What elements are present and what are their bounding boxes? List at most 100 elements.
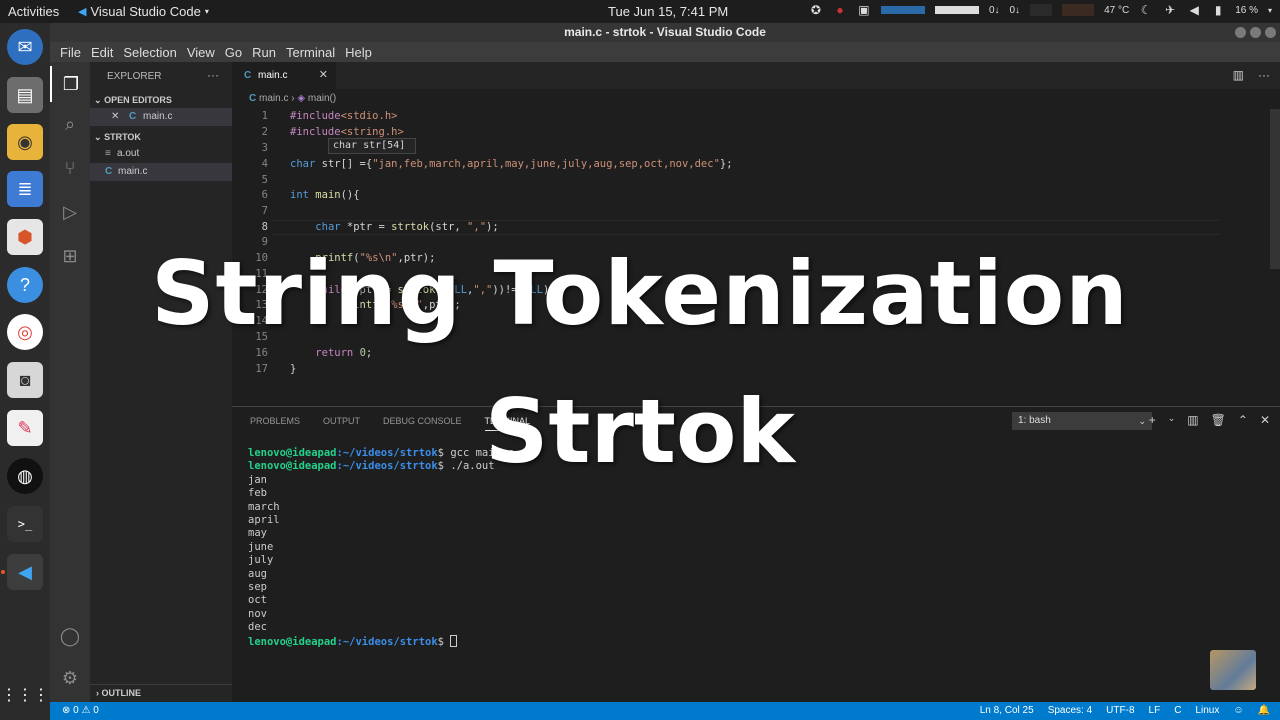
- end-of-line[interactable]: LF: [1149, 702, 1161, 720]
- app-grid-icon[interactable]: ⋮⋮⋮: [1, 677, 49, 713]
- source-control-icon[interactable]: ⑂: [50, 150, 90, 186]
- explorer-icon[interactable]: ❐: [50, 66, 90, 102]
- terminal-line: feb: [248, 487, 267, 500]
- chevron-down-icon[interactable]: ▾: [1268, 6, 1272, 15]
- chevron-right-icon: ›: [96, 688, 99, 698]
- terminal-line: aug: [248, 567, 267, 580]
- maximize-button[interactable]: [1250, 27, 1261, 38]
- menu-view[interactable]: View: [182, 45, 220, 60]
- thunderbird-icon[interactable]: ✉: [7, 29, 43, 65]
- close-button[interactable]: [1265, 27, 1276, 38]
- file-item[interactable]: ≡ a.out: [90, 145, 232, 163]
- symbol-icon: ◈: [297, 93, 306, 104]
- indentation[interactable]: Spaces: 4: [1048, 702, 1092, 720]
- account-icon[interactable]: ◯: [50, 618, 90, 654]
- open-editors-section[interactable]: ⌄ OPEN EDITORS: [94, 95, 172, 106]
- file-label: a.out: [117, 148, 140, 159]
- cursor-position[interactable]: Ln 8, Col 25: [980, 702, 1034, 720]
- terminal-line: july: [248, 554, 274, 567]
- chevron-down-icon: ▾: [204, 7, 209, 16]
- language-mode[interactable]: C: [1174, 702, 1181, 720]
- battery-icon[interactable]: ▮: [1211, 3, 1225, 17]
- overlay-title: String Tokenization: [151, 242, 1129, 345]
- open-editor-item[interactable]: ✕ C main.c: [90, 108, 232, 126]
- binary-file-icon: ≡: [105, 148, 111, 159]
- code-line: #include<stdio.h>: [290, 110, 398, 122]
- outline-section[interactable]: › OUTLINE: [90, 684, 232, 702]
- battery-readout: 16 %: [1235, 4, 1258, 16]
- activities-button[interactable]: Activities: [8, 4, 59, 19]
- c-file-icon: C: [129, 111, 137, 122]
- chevron-down-icon: ⌄: [94, 95, 102, 105]
- close-icon[interactable]: ✕: [111, 108, 119, 126]
- menu-file[interactable]: File: [55, 45, 86, 60]
- terminal-line: may: [248, 527, 267, 540]
- run-debug-icon[interactable]: ▷: [50, 194, 90, 230]
- line-number: 5: [261, 174, 268, 186]
- night-light-icon[interactable]: ☾: [1139, 3, 1153, 17]
- status-bar: ⊗ 0 ⚠ 0 Ln 8, Col 25 Spaces: 4 UTF-8 LF …: [50, 702, 1280, 720]
- file-item[interactable]: C main.c: [90, 163, 232, 181]
- terminal-line: dec: [248, 621, 267, 634]
- feedback-icon[interactable]: ☺: [1233, 702, 1243, 720]
- folder-section[interactable]: ⌄ STRTOK: [94, 132, 141, 143]
- minimap[interactable]: [1200, 109, 1270, 149]
- app-name: Visual Studio Code: [90, 4, 201, 19]
- encoding[interactable]: UTF-8: [1106, 702, 1134, 720]
- minimize-button[interactable]: [1235, 27, 1246, 38]
- cpu-meter: [880, 6, 925, 14]
- code-line: char str[] ={"jan,feb,march,april,may,ju…: [290, 158, 733, 170]
- menu-go[interactable]: Go: [220, 45, 247, 60]
- clock[interactable]: Tue Jun 15, 7:41 PM: [608, 4, 728, 19]
- code-line: return 0;: [315, 347, 373, 359]
- line-number: 17: [255, 363, 268, 375]
- app-menu[interactable]: ◀ Visual Studio Code ▾: [78, 4, 209, 19]
- terminal-line: lenovo@ideapad:~/videos/strtok$: [248, 634, 514, 649]
- volume-icon[interactable]: ◀: [1187, 3, 1201, 17]
- menu-help[interactable]: Help: [340, 45, 377, 60]
- notifications-icon[interactable]: 🔔: [1258, 702, 1270, 720]
- terminal-line: april: [248, 514, 280, 527]
- line-number: 1: [261, 110, 268, 122]
- split-editor-icon[interactable]: ▥: [1233, 68, 1244, 82]
- c-file-icon: C: [105, 166, 113, 177]
- problems-indicator[interactable]: ⊗ 0 ⚠ 0: [62, 702, 99, 720]
- airplane-icon[interactable]: ✈: [1163, 3, 1177, 17]
- platform[interactable]: Linux: [1195, 702, 1219, 720]
- writer-icon[interactable]: ≣: [7, 171, 43, 207]
- chevron-down-icon: ⌄: [94, 132, 102, 142]
- code-line: int main(){: [290, 189, 360, 201]
- tab-label: main.c: [258, 70, 288, 81]
- tab-main-c[interactable]: C main.c ✕: [232, 62, 336, 89]
- more-actions-icon[interactable]: ···: [1258, 68, 1270, 82]
- code-line: #include<string.h>: [290, 126, 404, 138]
- recording-icon[interactable]: ●: [833, 3, 847, 17]
- line-number: 3: [261, 142, 268, 154]
- editor-tabs: C main.c ✕ ▥ ···: [232, 62, 1280, 89]
- menu-terminal[interactable]: Terminal: [281, 45, 340, 60]
- load-graph: [1062, 4, 1095, 16]
- settings-gear-icon[interactable]: ⚙: [50, 660, 90, 696]
- terminal-line: june: [248, 540, 274, 553]
- breadcrumb-symbol[interactable]: main(): [308, 93, 336, 104]
- line-number: 4: [261, 158, 268, 170]
- net-up-readout: 0↓: [988, 4, 1000, 16]
- terminal-icon[interactable]: >_: [7, 506, 43, 542]
- menu-selection[interactable]: Selection: [118, 45, 181, 60]
- search-icon[interactable]: ⌕: [50, 106, 90, 142]
- files-icon[interactable]: ▤: [7, 77, 43, 113]
- line-number: 2: [261, 126, 268, 138]
- more-actions-icon[interactable]: ···: [207, 68, 219, 82]
- accessibility-icon[interactable]: ✪: [809, 3, 823, 17]
- rhythmbox-icon[interactable]: ◉: [7, 124, 43, 160]
- vscode-icon[interactable]: ◀: [7, 554, 43, 590]
- menu-run[interactable]: Run: [247, 45, 281, 60]
- menu-edit[interactable]: Edit: [86, 45, 118, 60]
- screen-icon[interactable]: ▣: [857, 3, 871, 17]
- vscode-icon: ◀: [78, 6, 87, 18]
- terminal-line: nov: [248, 607, 267, 620]
- close-icon[interactable]: ✕: [319, 62, 328, 89]
- breadcrumb-file[interactable]: main.c: [259, 93, 288, 104]
- terminal-line: sep: [248, 581, 267, 594]
- file-label: main.c: [118, 166, 148, 177]
